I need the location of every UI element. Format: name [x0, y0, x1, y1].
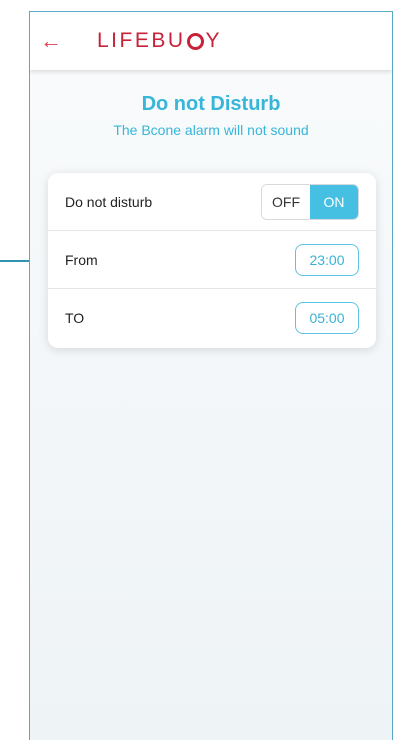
- screen: ← LIFEBU Y Do not Disturb The Bcone alarm…: [0, 0, 401, 740]
- brand-text-suffix: Y: [205, 29, 223, 52]
- dnd-toggle: OFF ON: [261, 183, 359, 220]
- phone-frame: ← LIFEBU Y Do not Disturb The Bcone alarm…: [29, 11, 393, 740]
- page-title: Do not Disturb: [141, 93, 281, 115]
- dnd-settings-card: Do not disturb OFF ON From 23:00 TO 05:0…: [48, 173, 376, 348]
- page-heading: Do not Disturb The Bcone alarm will not …: [30, 93, 392, 138]
- back-arrow-icon[interactable]: ←: [40, 30, 80, 52]
- brand-o-icon: [186, 32, 204, 50]
- brand-logo: LIFEBU Y: [97, 29, 222, 53]
- from-label: From: [65, 251, 98, 268]
- to-time-button[interactable]: 05:00: [295, 302, 359, 334]
- dnd-label: Do not disturb: [65, 193, 153, 210]
- toggle-on-button[interactable]: ON: [310, 184, 358, 219]
- to-time-row: TO 05:00: [48, 289, 376, 347]
- brand-text-prefix: LIFEBU: [97, 29, 186, 52]
- toggle-off-button[interactable]: OFF: [262, 184, 310, 219]
- to-label: TO: [65, 310, 85, 326]
- app-header: ← LIFEBU Y: [30, 12, 392, 70]
- from-time-button[interactable]: 23:00: [295, 243, 359, 276]
- from-time-row: From 23:00: [48, 231, 376, 289]
- dnd-toggle-row: Do not disturb OFF ON: [48, 173, 376, 231]
- page-subtitle: The Bcone alarm will not sound: [113, 122, 309, 138]
